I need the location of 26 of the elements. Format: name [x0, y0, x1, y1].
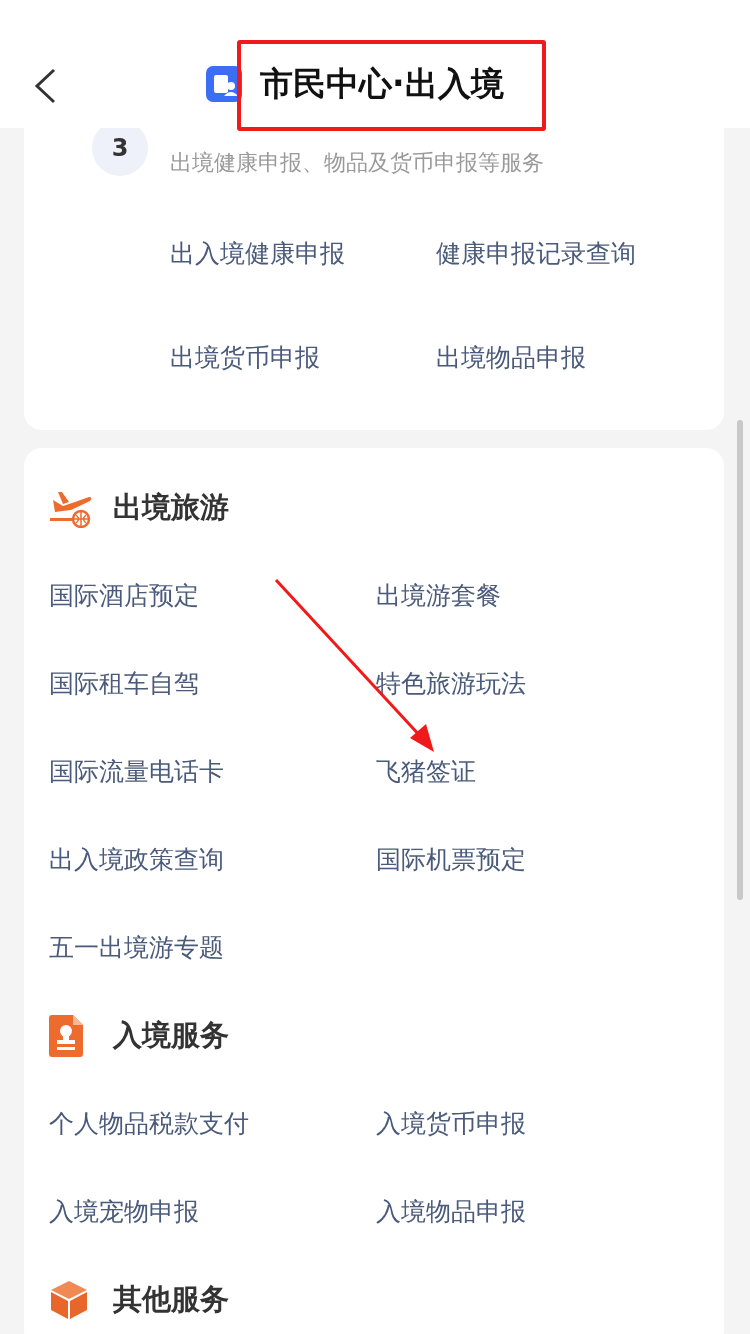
back-icon[interactable]	[33, 68, 57, 104]
service-link[interactable]: 国际租车自驾	[49, 665, 199, 703]
page-title: 市民中心·出入境	[260, 63, 504, 106]
section-title: 其他服务	[113, 1281, 229, 1319]
section-title: 出境旅游	[113, 489, 229, 527]
section-title: 入境服务	[113, 1017, 229, 1055]
service-link[interactable]: 入境宠物申报	[49, 1193, 199, 1231]
service-link[interactable]: 飞猪签证	[376, 753, 476, 791]
service-link[interactable]: 国际流量电话卡	[49, 753, 224, 791]
service-link[interactable]: 健康申报记录查询	[436, 239, 636, 268]
box-icon	[49, 1280, 89, 1320]
service-link[interactable]: 国际酒店预定	[49, 577, 199, 615]
service-link[interactable]: 出入境政策查询	[49, 841, 224, 879]
service-link[interactable]: 入境物品申报	[376, 1193, 526, 1231]
service-link[interactable]: 出境货币申报	[170, 342, 320, 372]
step-number: 3	[111, 133, 129, 164]
service-link[interactable]: 出境游套餐	[376, 577, 501, 615]
section-subtitle: 出境健康申报、物品及货币申报等服务	[170, 149, 545, 177]
service-link[interactable]: 特色旅游玩法	[376, 665, 526, 703]
service-link[interactable]: 出入境健康申报	[170, 239, 345, 268]
service-link[interactable]: 入境货币申报	[376, 1105, 526, 1143]
service-link[interactable]: 个人物品税款支付	[49, 1105, 249, 1143]
document-stamp-icon	[49, 1015, 83, 1057]
service-link[interactable]: 五一出境游专题	[49, 929, 224, 967]
service-link[interactable]: 国际机票预定	[376, 841, 526, 879]
service-link[interactable]: 出境物品申报	[436, 342, 586, 372]
